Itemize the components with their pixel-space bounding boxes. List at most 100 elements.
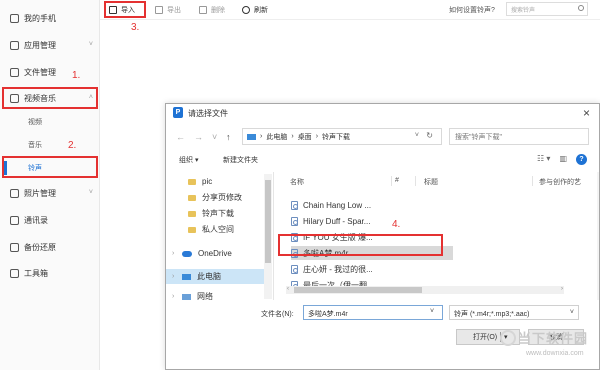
import-button[interactable]: 导入 [109, 4, 135, 16]
close-icon[interactable]: × [583, 106, 590, 120]
breadcrumb-item[interactable]: 此电脑 [266, 132, 287, 142]
sidebar-item-label: 应用管理 [24, 40, 56, 50]
up-icon[interactable]: ↑ [226, 132, 231, 142]
search-placeholder: 搜索铃声 [511, 8, 536, 14]
search-input[interactable]: 搜索铃声 [506, 2, 588, 16]
refresh-button[interactable]: 刷新 [242, 4, 268, 16]
breadcrumb-item[interactable]: 铃声下载 [322, 132, 350, 142]
view-options-icon[interactable]: ☷ ▾ [537, 154, 550, 165]
file-type-select[interactable]: 铃声 (*.m4r;*.mp3;*.aac) ˅ [449, 305, 579, 320]
refresh-icon[interactable]: ↻ [426, 131, 433, 140]
sidebar-item-files[interactable]: 文件管理 [0, 62, 100, 82]
sidebar-item-toolbox[interactable]: 工具箱 [0, 263, 100, 283]
audio-file-icon [291, 216, 298, 226]
tree-item[interactable]: pic [166, 174, 266, 189]
chevron-down-icon[interactable]: ˅ [415, 132, 419, 139]
folder-icon [188, 194, 196, 201]
tree-item-this-pc[interactable]: › 此电脑 [166, 269, 266, 284]
organize-menu[interactable]: 组织 ▾ [179, 155, 198, 165]
sidebar-item-contacts[interactable]: 通讯录 [0, 210, 100, 230]
address-bar[interactable]: › 此电脑 › 桌面 › 铃声下载 ˅ ↻ [242, 128, 442, 145]
sidebar: 我的手机 应用管理 ˅ 文件管理 视频音乐 ˄ 视频 音乐 铃声 照片管理 ˅ … [0, 0, 100, 370]
network-icon [182, 293, 191, 300]
watermark: 当下软件园 www.downxia.com [500, 326, 598, 368]
tree-item-onedrive[interactable]: › OneDrive [166, 246, 266, 261]
delete-label: 删除 [211, 7, 225, 14]
pc-icon [182, 273, 191, 280]
column-header-artist[interactable]: 参与创作的艺 [539, 177, 581, 187]
new-folder-button[interactable]: 新建文件夹 [223, 155, 258, 165]
sidebar-item-label: 通讯录 [24, 215, 48, 225]
import-icon [109, 6, 117, 14]
chevron-down-icon[interactable]: ˅ [430, 308, 434, 315]
backup-icon [10, 242, 19, 252]
chevron-down-icon[interactable]: ˅ [212, 132, 217, 142]
annotation-box-4 [278, 234, 443, 256]
search-icon [578, 5, 584, 11]
sidebar-item-label: 备份还原 [24, 242, 56, 252]
export-label: 导出 [167, 7, 181, 14]
dialog-search-input[interactable]: 搜索"铃声下载" [449, 128, 589, 145]
app-logo-icon: P [173, 107, 183, 118]
sidebar-item-backup[interactable]: 备份还原 [0, 237, 100, 257]
folder-icon [188, 178, 196, 185]
scrollbar-thumb[interactable] [294, 287, 422, 293]
help-icon[interactable]: ? [576, 154, 587, 165]
annotation-label-1: 1. [72, 70, 81, 81]
filename-label: 文件名(N): [261, 311, 294, 318]
watermark-title: 当下软件园 [518, 331, 589, 346]
dialog-title: 请选择文件 [188, 109, 228, 118]
scrollbar-thumb[interactable] [265, 180, 271, 263]
toolbox-icon [10, 268, 19, 278]
column-header-title[interactable]: 标题 [424, 177, 438, 187]
file-row[interactable]: Chain Hang Low ... [291, 198, 451, 212]
folder-icon [188, 226, 196, 233]
file-row[interactable]: 庄心妍 - 我过的很... [291, 262, 451, 276]
forward-icon[interactable]: → [194, 132, 203, 142]
back-icon[interactable]: ← [176, 132, 185, 142]
tree-item[interactable]: 铃声下载 [166, 206, 266, 221]
annotation-label-3: 3. [131, 22, 140, 33]
dialog-titlebar: P 请选择文件 × [166, 104, 599, 122]
ringtone-help-link[interactable]: 如何设置铃声? [449, 5, 495, 15]
file-row[interactable]: Hilary Duff - Spar... [291, 214, 451, 228]
horizontal-scrollbar[interactable]: ‹ › [286, 286, 564, 294]
tree-scrollbar[interactable] [264, 174, 272, 299]
navigation-tree: pic 分享页修改 铃声下载 私人空间 › OneDrive › 此电脑 › 网… [166, 172, 274, 301]
command-bar: 组织 ▾ 新建文件夹 ☷ ▾ ▥ ? [166, 151, 599, 169]
sidebar-item-label: 我的手机 [24, 13, 56, 23]
file-type-value: 铃声 (*.m4r;*.mp3;*.aac) [454, 311, 530, 318]
refresh-icon [242, 6, 250, 14]
scroll-right-icon[interactable]: › [561, 286, 563, 292]
column-header-name[interactable]: 名称 [290, 177, 304, 187]
filename-field[interactable]: 多啦A梦.m4r [303, 305, 443, 320]
sidebar-subitem-video[interactable]: 视频 [0, 114, 100, 130]
apps-icon [10, 40, 19, 50]
column-header-number[interactable]: # [395, 177, 399, 184]
trash-icon [199, 6, 207, 14]
tree-item[interactable]: 分享页修改 [166, 190, 266, 205]
sidebar-item-my-phone[interactable]: 我的手机 [0, 8, 100, 28]
sidebar-subitem-music[interactable]: 音乐 [0, 137, 100, 153]
audio-file-icon [291, 264, 298, 274]
tree-item-network[interactable]: › 网络 [166, 289, 266, 304]
sidebar-item-apps[interactable]: 应用管理 ˅ [0, 35, 100, 55]
annotation-box-2 [2, 156, 98, 178]
scroll-left-icon[interactable]: ‹ [287, 286, 289, 292]
sidebar-item-label: 照片管理 [24, 188, 56, 198]
preview-pane-icon[interactable]: ▥ [559, 154, 567, 165]
export-icon [155, 6, 163, 14]
breadcrumb-item[interactable]: 桌面 [298, 132, 312, 142]
watermark-logo [500, 330, 516, 346]
tree-item[interactable]: 私人空间 [166, 222, 266, 237]
chevron-down-icon: ˅ [88, 41, 93, 48]
chevron-down-icon: ˅ [88, 189, 93, 196]
folder-icon [10, 67, 19, 77]
sidebar-item-photos[interactable]: 照片管理 ˅ [0, 183, 100, 203]
annotation-label-4: 4. [392, 219, 401, 230]
pc-icon [247, 133, 256, 140]
export-button[interactable]: 导出 [155, 4, 181, 16]
toolbar-divider [100, 19, 600, 20]
folder-icon [188, 210, 196, 217]
delete-button[interactable]: 删除 [199, 4, 225, 16]
